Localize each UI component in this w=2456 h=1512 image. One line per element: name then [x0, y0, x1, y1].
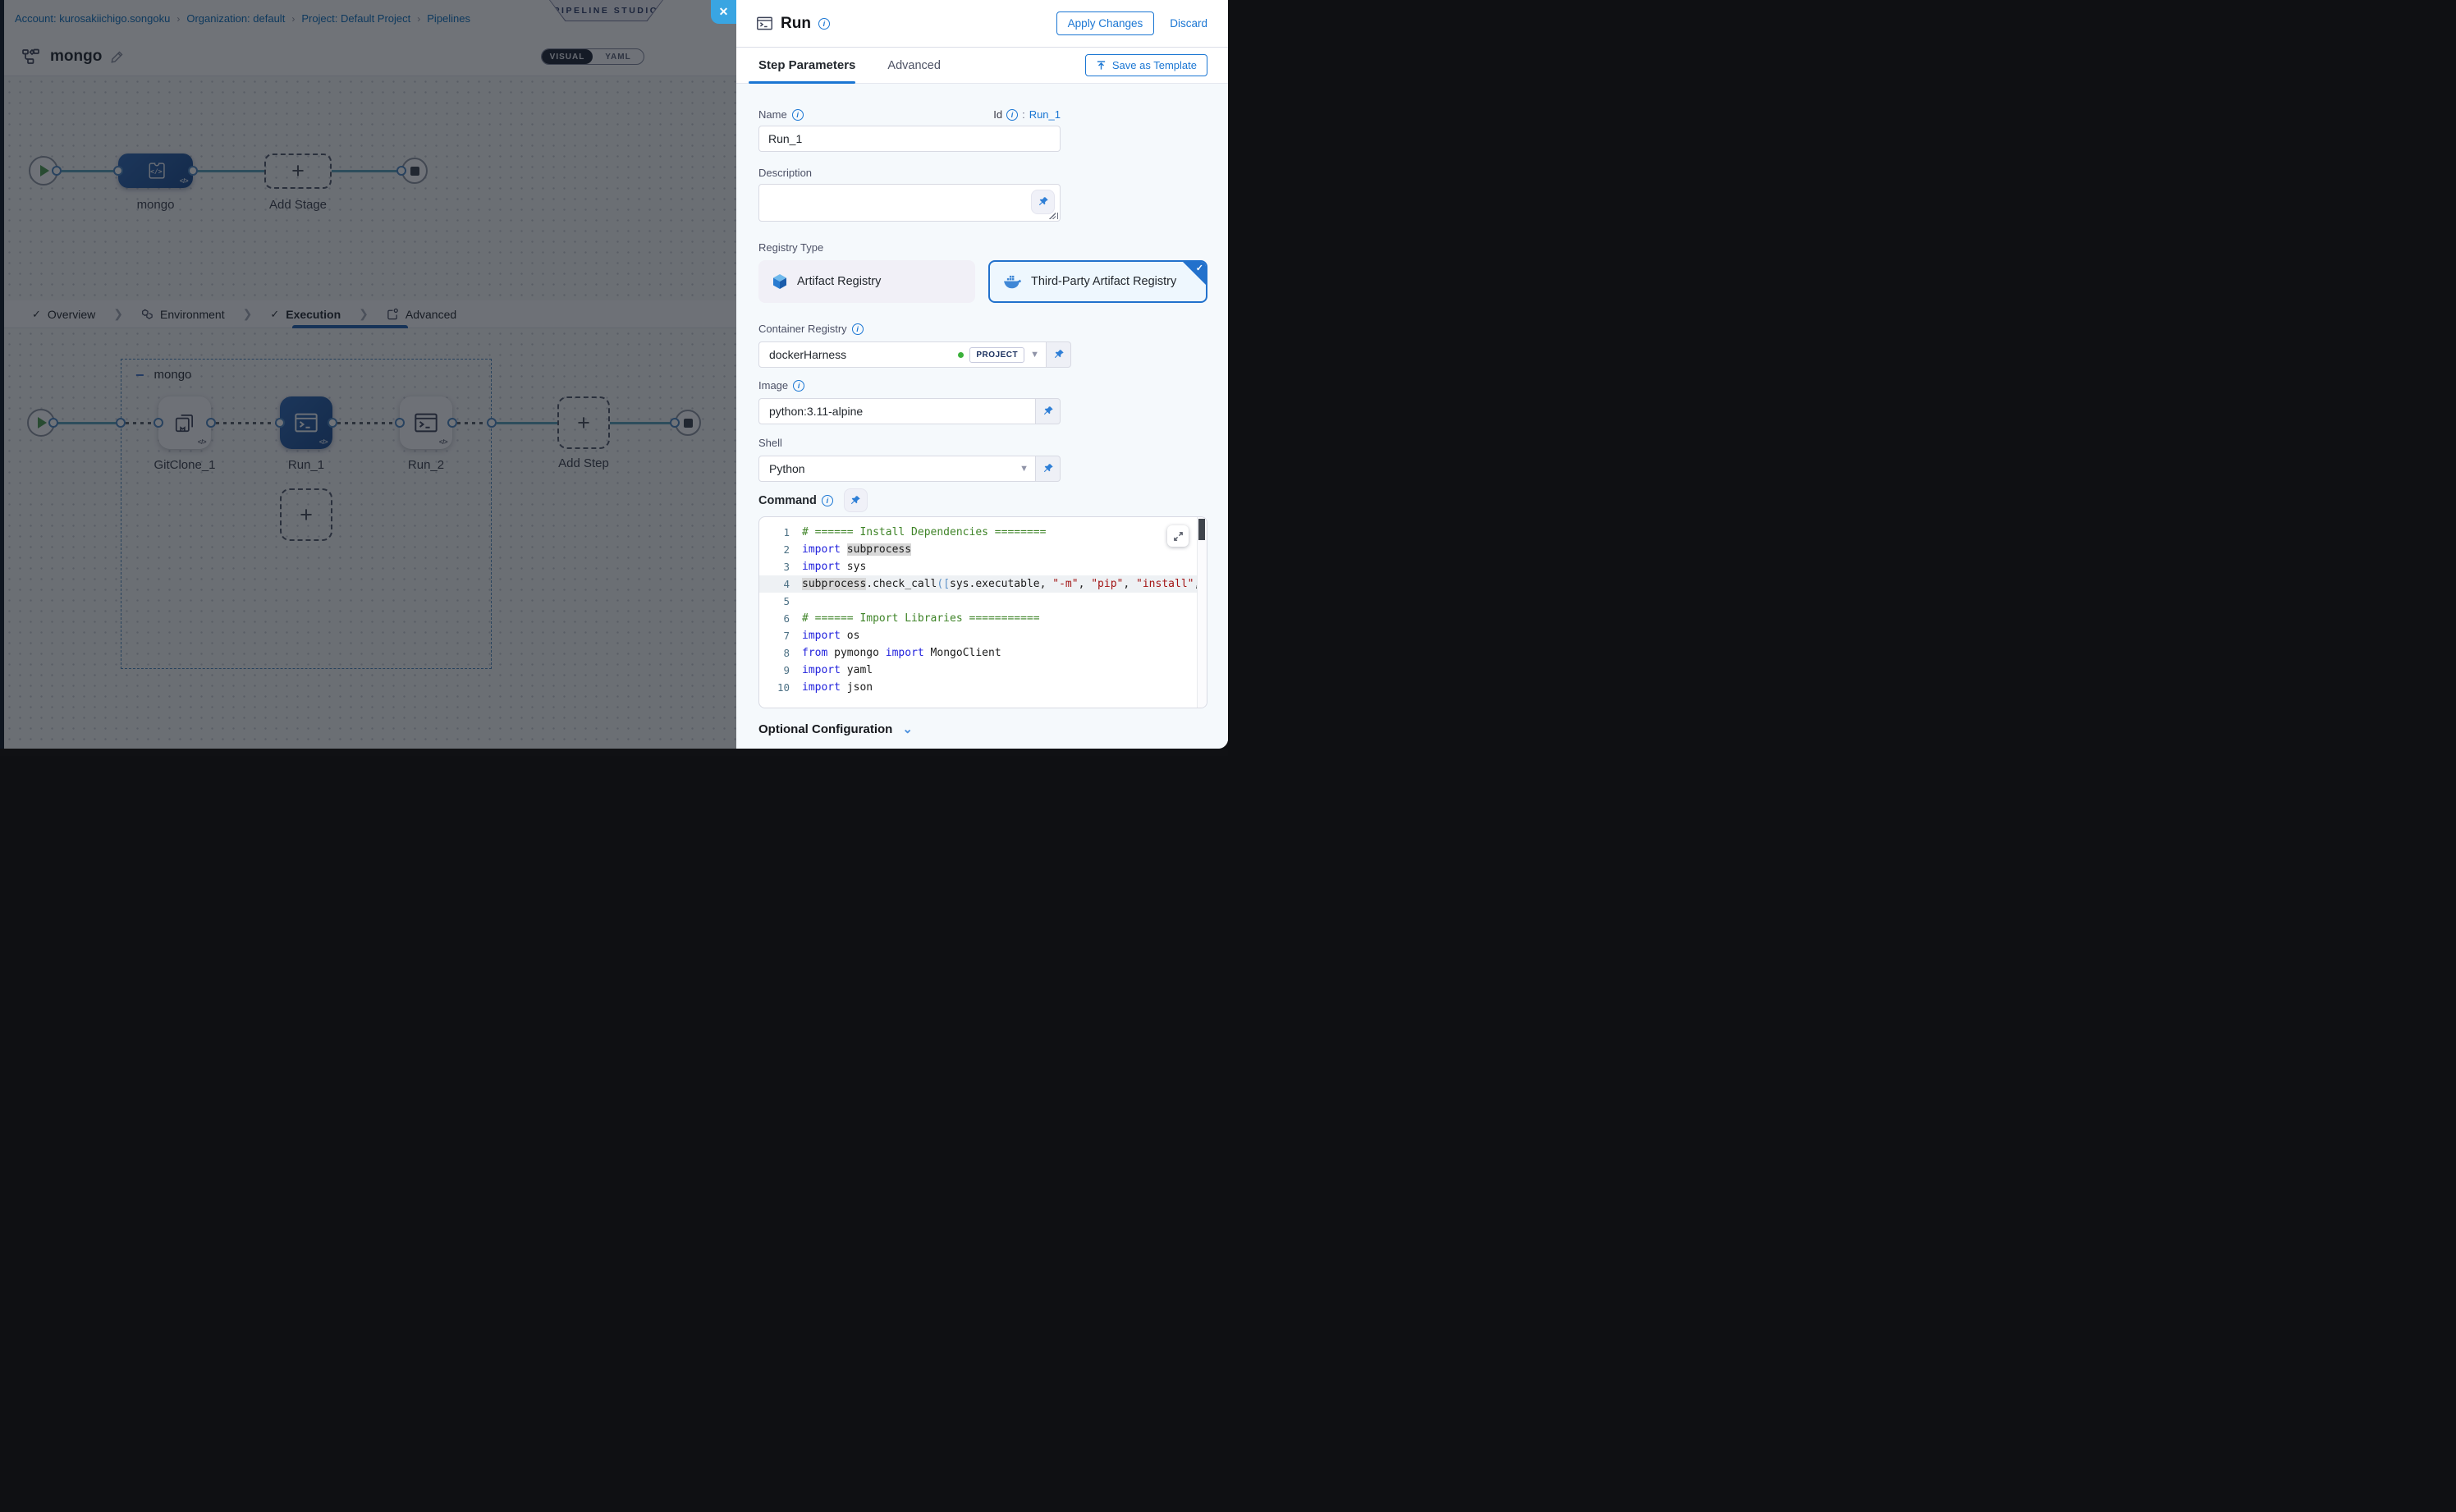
- editor-scrollbar-handle[interactable]: [1198, 519, 1205, 540]
- description-textarea[interactable]: [758, 184, 1061, 222]
- pin-input-button[interactable]: [1036, 456, 1061, 482]
- pin-input-button[interactable]: [1047, 341, 1071, 368]
- step-parameters-form: Name i Id i : Run_1 Description: [736, 84, 1228, 749]
- code-line[interactable]: 6# ====== Import Libraries ===========: [759, 610, 1207, 627]
- third-party-registry-label: Third-Party Artifact Registry: [1031, 275, 1176, 288]
- container-registry-field: dockerHarness PROJECT ▼: [758, 341, 1207, 368]
- panel-title: Run: [781, 15, 811, 33]
- code-line[interactable]: 4subprocess.check_call([sys.executable, …: [759, 575, 1207, 593]
- image-input[interactable]: python:3.11-alpine: [758, 398, 1036, 424]
- selected-check-icon: ✓: [1196, 263, 1203, 273]
- panel-header: Run i Apply Changes Discard: [736, 0, 1228, 48]
- description-label: Description: [758, 167, 1207, 179]
- name-input[interactable]: [758, 126, 1061, 152]
- fullscreen-icon: [1173, 531, 1184, 542]
- info-icon[interactable]: i: [793, 380, 804, 392]
- shell-select[interactable]: Python ▼: [758, 456, 1036, 482]
- registry-type-label: Registry Type: [758, 241, 1207, 254]
- registry-option-artifact-registry[interactable]: Artifact Registry: [758, 260, 975, 303]
- command-editor-lines: 1# ====== Install Dependencies ========2…: [759, 524, 1207, 696]
- registry-option-third-party[interactable]: Third-Party Artifact Registry ✓: [988, 260, 1207, 303]
- image-field: python:3.11-alpine: [758, 398, 1207, 424]
- tab-step-parameters[interactable]: Step Parameters: [758, 58, 855, 72]
- name-label-row: Name i: [758, 108, 804, 121]
- pin-icon: [1042, 405, 1054, 417]
- optional-configuration-toggle[interactable]: Optional Configuration ⌄: [758, 722, 1207, 736]
- tab-advanced-panel[interactable]: Advanced: [887, 59, 941, 72]
- image-label-row: Image i: [758, 379, 1207, 392]
- discard-button[interactable]: Discard: [1170, 17, 1207, 30]
- id-value-link[interactable]: Run_1: [1029, 108, 1061, 121]
- code-line[interactable]: 10import json: [759, 679, 1207, 696]
- container-registry-value: dockerHarness: [769, 348, 952, 361]
- shell-value: Python: [769, 462, 1014, 475]
- step-config-panel: Run i Apply Changes Discard Step Paramet…: [736, 0, 1228, 749]
- id-label: Id: [993, 108, 1002, 121]
- expand-editor-button[interactable]: [1167, 525, 1189, 547]
- shell-label: Shell: [758, 437, 1207, 449]
- code-line[interactable]: 9import yaml: [759, 662, 1207, 679]
- code-line[interactable]: 7import os: [759, 627, 1207, 644]
- info-icon[interactable]: i: [822, 495, 833, 506]
- artifact-registry-label: Artifact Registry: [797, 275, 881, 288]
- info-icon[interactable]: i: [792, 109, 804, 121]
- pin-input-button[interactable]: [844, 488, 868, 512]
- artifact-registry-icon: [772, 273, 788, 290]
- container-registry-label: Container Registry: [758, 323, 847, 335]
- command-label: Command: [758, 494, 817, 507]
- pin-icon: [1042, 463, 1054, 474]
- panel-tab-bar: Step Parameters Advanced Save as Templat…: [736, 48, 1228, 84]
- info-icon[interactable]: i: [852, 323, 864, 335]
- container-registry-label-row: Container Registry i: [758, 323, 1207, 335]
- shell-field: Python ▼: [758, 456, 1207, 482]
- save-as-template-label: Save as Template: [1112, 59, 1197, 71]
- container-registry-select[interactable]: dockerHarness PROJECT ▼: [758, 341, 1047, 368]
- optional-configuration-label: Optional Configuration: [758, 722, 892, 736]
- pin-icon: [1053, 349, 1065, 360]
- command-label-row: Command i: [758, 494, 833, 507]
- name-label: Name: [758, 108, 787, 121]
- modal-dim-overlay[interactable]: [0, 0, 736, 749]
- pipeline-editor-pane: Account: kurosakiichigo.songoku › Organi…: [0, 0, 736, 749]
- pin-icon: [1038, 196, 1049, 208]
- code-line[interactable]: 3import sys: [759, 558, 1207, 575]
- save-as-template-button[interactable]: Save as Template: [1085, 54, 1207, 76]
- image-label: Image: [758, 379, 788, 392]
- apply-changes-button[interactable]: Apply Changes: [1056, 11, 1155, 35]
- image-value: python:3.11-alpine: [769, 405, 1029, 418]
- scope-badge: PROJECT: [969, 347, 1024, 363]
- bottom-edge-bar: [0, 749, 1228, 756]
- code-line[interactable]: 1# ====== Install Dependencies ========: [759, 524, 1207, 541]
- close-panel-button[interactable]: ✕: [711, 0, 736, 24]
- upload-icon: [1096, 60, 1107, 71]
- info-icon[interactable]: i: [1006, 109, 1018, 121]
- run-step-icon: [756, 16, 773, 31]
- editor-scrollbar[interactable]: [1197, 517, 1207, 708]
- connector-status-dot: [958, 352, 964, 358]
- code-line[interactable]: 5: [759, 593, 1207, 610]
- id-separator: :: [1022, 108, 1025, 121]
- chevron-down-icon[interactable]: ▼: [1020, 464, 1029, 474]
- chevron-down-icon[interactable]: ▼: [1030, 350, 1039, 360]
- textarea-resize-handle[interactable]: [1052, 213, 1058, 219]
- info-icon[interactable]: i: [818, 18, 830, 30]
- code-line[interactable]: 2import subprocess: [759, 541, 1207, 558]
- pin-icon: [850, 495, 861, 506]
- code-line[interactable]: 8from pymongo import MongoClient: [759, 644, 1207, 662]
- pin-input-button[interactable]: [1036, 398, 1061, 424]
- pipeline-studio-window: Account: kurosakiichigo.songoku › Organi…: [0, 0, 1228, 756]
- docker-icon: [1003, 274, 1022, 289]
- command-code-editor[interactable]: 1# ====== Install Dependencies ========2…: [758, 516, 1207, 708]
- chevron-down-icon: ⌄: [902, 722, 913, 736]
- step-id: Id i : Run_1: [993, 108, 1061, 121]
